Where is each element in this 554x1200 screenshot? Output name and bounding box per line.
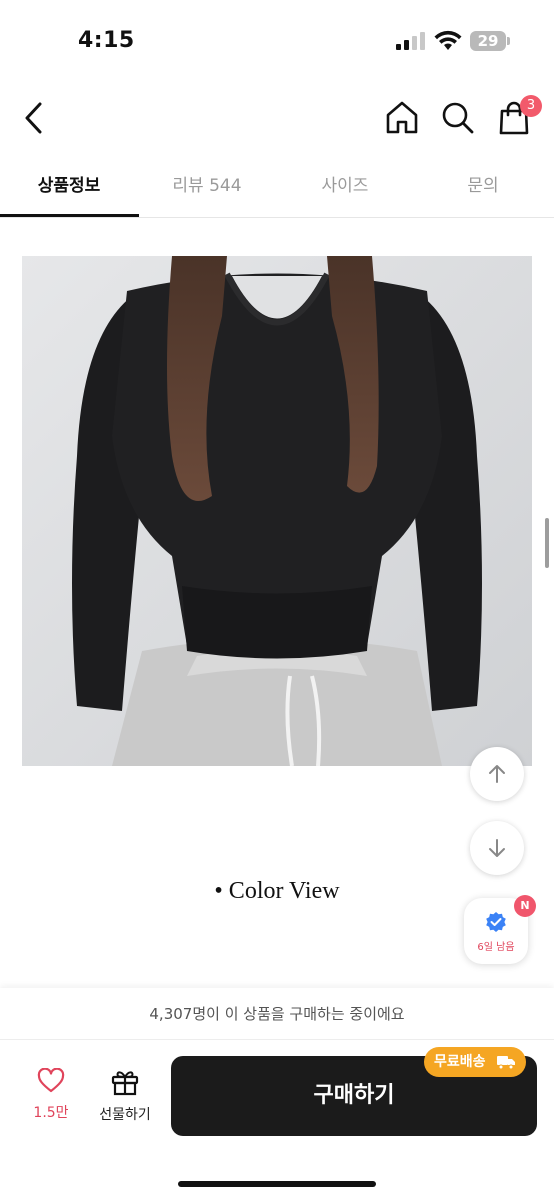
battery-level: 29	[477, 32, 499, 50]
event-remaining-label: 6일 남음	[477, 942, 515, 953]
product-tabs: 상품정보 리뷰 544 사이즈 문의	[0, 160, 554, 218]
cellular-signal-icon	[396, 32, 425, 50]
battery-icon: 29	[470, 31, 506, 51]
back-icon[interactable]	[18, 98, 52, 138]
free-shipping-badge: 무료배송	[424, 1047, 526, 1077]
home-indicator	[178, 1181, 376, 1187]
gift-label: 선물하기	[99, 1107, 151, 1123]
active-tab-indicator	[0, 214, 139, 217]
like-button[interactable]: 1.5만	[20, 1067, 82, 1138]
new-badge: N	[514, 895, 536, 917]
gift-button[interactable]: 선물하기	[90, 1068, 160, 1138]
arrow-down-icon	[489, 839, 505, 857]
tab-inquiry[interactable]: 문의	[414, 160, 552, 218]
like-count: 1.5만	[33, 1105, 69, 1121]
product-photo-illustration	[22, 256, 532, 766]
home-icon[interactable]	[382, 98, 422, 138]
tab-reviews[interactable]: 리뷰 544	[138, 160, 276, 218]
verified-icon	[486, 912, 506, 932]
free-shipping-label: 무료배송	[434, 1054, 486, 1070]
scroll-up-button[interactable]	[470, 747, 524, 801]
arrow-up-icon	[489, 765, 505, 783]
tab-size[interactable]: 사이즈	[276, 160, 414, 218]
status-time: 4:15	[78, 28, 135, 53]
heart-icon	[37, 1067, 65, 1093]
wifi-icon	[434, 30, 462, 50]
truck-icon	[497, 1056, 515, 1070]
scroll-down-button[interactable]	[470, 821, 524, 875]
gift-icon	[111, 1071, 139, 1096]
purchase-bar: 4,307명이 이 상품을 구매하는 중이에요 1.5만 선물하기 구매하기 무…	[0, 988, 554, 1200]
tab-product-info[interactable]: 상품정보	[0, 160, 138, 218]
status-bar: 4:15 29	[0, 0, 554, 80]
buyers-count-text: 4,307명이 이 상품을 구매하는 중이에요	[0, 988, 554, 1040]
product-image	[22, 256, 532, 766]
cart-count-badge: 3	[520, 95, 542, 117]
scrollbar-thumb[interactable]	[545, 518, 549, 568]
battery-cap	[507, 37, 510, 45]
search-icon[interactable]	[438, 98, 478, 138]
